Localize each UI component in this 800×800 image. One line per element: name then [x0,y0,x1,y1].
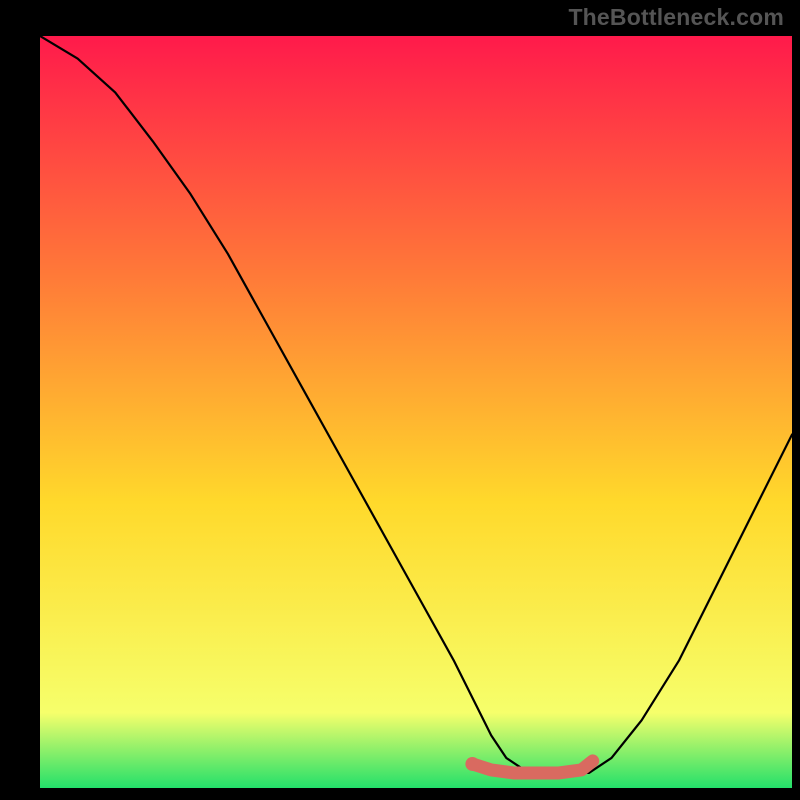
plot-area [40,36,792,788]
chart-frame: TheBottleneck.com [0,0,800,800]
gradient-background [40,36,792,788]
plot-svg [40,36,792,788]
attribution-label: TheBottleneck.com [568,4,784,31]
optimal-range-start-dot [465,757,479,771]
